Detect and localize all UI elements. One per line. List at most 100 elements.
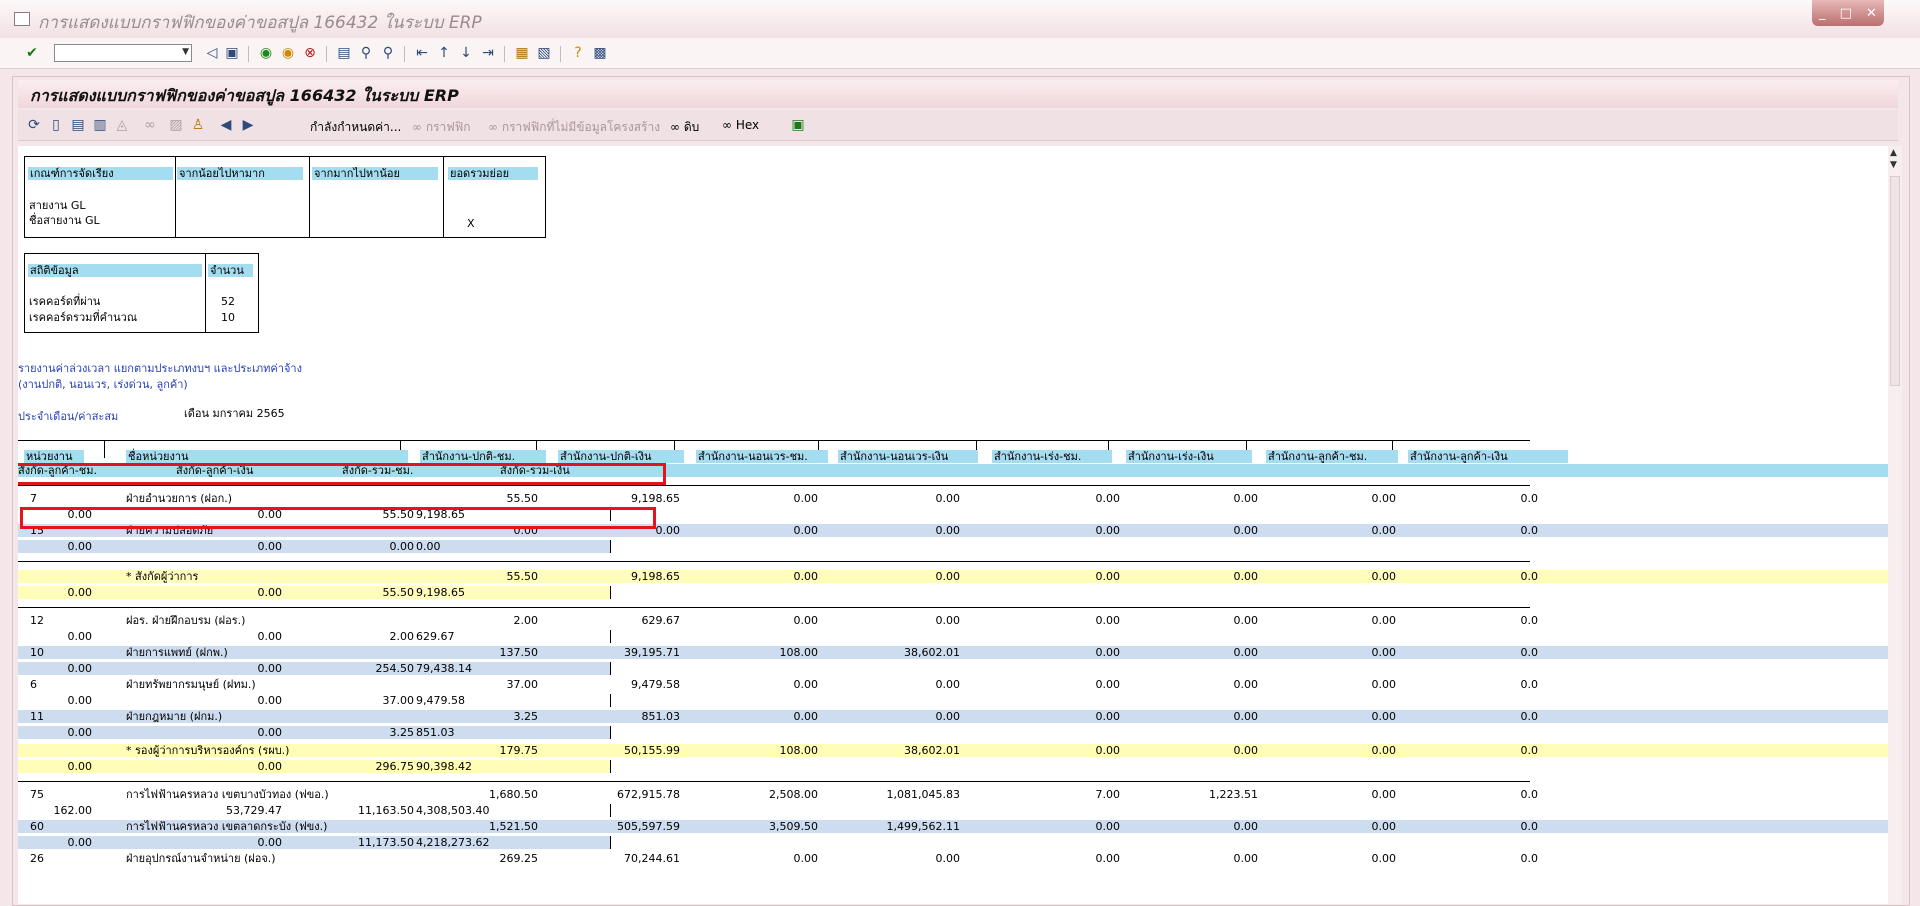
scroll-up-icon[interactable]: ▲ <box>1890 148 1897 158</box>
subtotal-header: ยอดรวมย่อย <box>448 167 538 180</box>
value-cell: 39,195.71 <box>624 646 680 659</box>
next-page-icon[interactable]: ↓ <box>458 45 474 61</box>
column-header: สำนักงาน-ลูกค้า-เงิน <box>1408 450 1568 463</box>
value-cell: 0.0 <box>1520 524 1539 537</box>
value-cell: 0.0 <box>1520 744 1539 757</box>
scrollbar-thumb[interactable] <box>1890 176 1900 386</box>
value-cell: 108.00 <box>779 646 819 659</box>
value-cell: 0.00 <box>257 836 283 849</box>
column-header: หน่วยงาน <box>24 450 84 463</box>
exit-icon[interactable]: ◉ <box>280 45 296 61</box>
value-cell: 0.00 <box>1233 570 1259 583</box>
statistics-header: สถิติข้อมูล <box>28 264 202 277</box>
previous-icon[interactable]: ◀ <box>218 117 234 133</box>
refresh-icon[interactable]: ⟳ <box>26 117 42 133</box>
value-cell: 0.00 <box>1233 820 1259 833</box>
find-next-icon[interactable]: ⚲ <box>380 45 396 61</box>
next-icon[interactable]: ▶ <box>240 117 256 133</box>
cancel-icon[interactable]: ⊗ <box>302 45 318 61</box>
command-field[interactable]: ▼ <box>54 44 192 62</box>
statistics-box: สถิติข้อมูล จำนวน เรคคอร์ดที่ผ่าน 52 เรค… <box>24 253 259 333</box>
delete-icon[interactable]: ▥ <box>92 117 108 133</box>
first-page-icon[interactable]: ⇤ <box>414 45 430 61</box>
window-menu-icon[interactable] <box>14 12 30 26</box>
value-cell: 0.00 <box>257 630 283 643</box>
previous-page-icon[interactable]: ↑ <box>436 45 452 61</box>
export-icon[interactable]: ▣ <box>790 117 806 133</box>
last-page-icon[interactable]: ⇥ <box>480 45 496 61</box>
value-cell: 0.00 <box>1371 710 1397 723</box>
value-cell: 0.00 <box>257 694 283 707</box>
value-cell: 0.00 <box>257 760 283 773</box>
new-session-icon[interactable]: ▦ <box>514 45 530 61</box>
value-cell: 0.00 <box>935 852 961 865</box>
value-cell: 0.0 <box>1520 492 1539 505</box>
shortcut-icon[interactable]: ▧ <box>536 45 552 61</box>
value-cell: 296.75 <box>375 760 415 773</box>
scroll-down-icon[interactable]: ▼ <box>1890 160 1897 170</box>
value-cell: 1,680.50 <box>489 788 538 801</box>
value-cell: 0.00 <box>1233 710 1259 723</box>
value-cell: 0.0 <box>1520 646 1539 659</box>
back-arrow-icon[interactable]: ◁ <box>204 45 220 61</box>
help-icon[interactable]: ? <box>570 45 586 61</box>
document-icon[interactable]: ▯ <box>48 117 64 133</box>
value-cell: 9,479.58 <box>631 678 680 691</box>
value-cell: 37.00 <box>382 694 415 707</box>
unit-code: 12 <box>30 614 44 627</box>
minimize-button[interactable]: _ <box>1819 7 1826 20</box>
unit-name: ฝ่ายอำนวยการ (ฝอก.) <box>126 492 233 505</box>
page-title: การแสดงแบบกราฟฟิกของค่าขอสปูล 166432 ในร… <box>30 86 459 105</box>
value-cell: 0.00 <box>67 662 93 675</box>
value-cell: 0.00 <box>1371 744 1397 757</box>
column-header: สำนักงาน-ปกติ-เงิน <box>558 450 684 463</box>
sort-row-gl-name: ชื่อสายงาน GL <box>29 214 100 227</box>
window-titlebar: การแสดงแบบกราฟฟิกของค่าขอสปูล 166432 ในร… <box>0 0 1920 38</box>
value-cell: 55.50 <box>506 492 539 505</box>
back-icon[interactable]: ◉ <box>258 45 274 61</box>
maximize-button[interactable]: □ <box>1840 7 1852 20</box>
graphic-label: กราฟฟิก <box>425 120 471 134</box>
value-cell: 0.00 <box>935 524 961 537</box>
graphic-no-structure-label: กราฟฟิกที่ไม่มีข้อมูลโครงสร้าง <box>501 120 661 134</box>
value-cell: 4,308,503.40 <box>416 804 490 817</box>
value-cell: 55.50 <box>506 570 539 583</box>
sort-criteria-box: เกณฑ์การจัดเรียง จากน้อยไปหามาก จากมากไป… <box>24 156 546 238</box>
value-cell: 3.25 <box>513 710 539 723</box>
print-icon[interactable]: ▤ <box>336 45 352 61</box>
user-icon[interactable]: ♙ <box>190 117 206 133</box>
value-cell: 0.00 <box>1371 524 1397 537</box>
unit-name: ฝอร. ฝ่ายฝึกอบรม (ฝอร.) <box>126 614 246 627</box>
value-cell: 629.67 <box>641 614 681 627</box>
close-button[interactable]: ✕ <box>1866 7 1877 20</box>
customize-layout-icon[interactable]: ▩ <box>592 45 608 61</box>
value-cell: 0.0 <box>1520 852 1539 865</box>
value-cell: 0.00 <box>67 540 93 553</box>
row-divider <box>610 694 611 707</box>
value-cell: 79,438.14 <box>416 662 472 675</box>
save-icon[interactable]: ▣ <box>224 45 240 61</box>
value-cell: 505,597.59 <box>617 820 680 833</box>
find-icon[interactable]: ⚲ <box>358 45 374 61</box>
value-cell: 9,479.58 <box>416 694 465 707</box>
hex-button[interactable]: ∞ Hex <box>722 118 759 132</box>
window-controls: _ □ ✕ <box>1812 0 1884 26</box>
value-cell: 137.50 <box>499 646 539 659</box>
descending-header: จากมากไปหาน้อย <box>312 167 438 180</box>
value-cell: 0.00 <box>1371 678 1397 691</box>
row-divider <box>610 726 611 739</box>
enter-check-icon[interactable]: ✔ <box>24 45 40 61</box>
glasses-icon: ∞ <box>144 117 156 133</box>
value-cell: 1,499,562.11 <box>886 820 960 833</box>
value-cell: 0.00 <box>257 662 283 675</box>
set-value-button[interactable]: กำลังกำหนดค่า... <box>310 118 401 137</box>
report-description-2: (งานปกติ, นอนเวร, เร่งด่วน, ลูกค้า) <box>18 378 188 391</box>
sort-header: เกณฑ์การจัดเรียง <box>28 167 173 180</box>
value-cell: 108.00 <box>779 744 819 757</box>
value-cell: 9,198.65 <box>631 570 680 583</box>
raw-button[interactable]: ∞ ดิบ <box>670 118 699 137</box>
vertical-scrollbar[interactable]: ▲ ▼ <box>1888 146 1902 904</box>
print-icon[interactable]: ▤ <box>70 117 86 133</box>
value-cell: 0.00 <box>389 540 415 553</box>
chevron-down-icon[interactable]: ▼ <box>182 47 189 57</box>
